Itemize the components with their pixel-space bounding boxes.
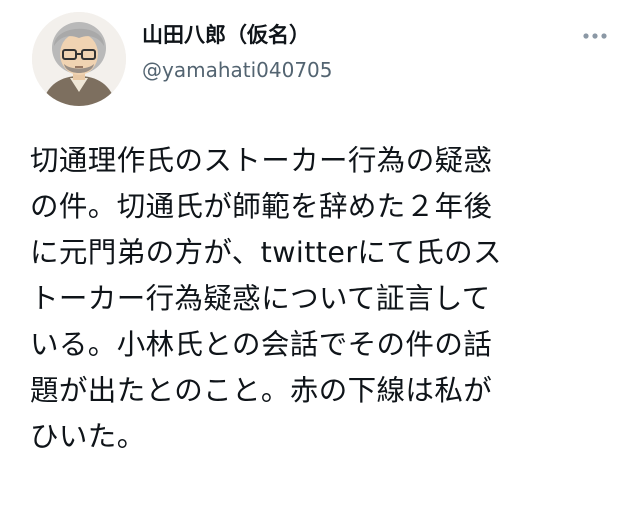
display-name[interactable]: 山田八郎（仮名）: [142, 20, 333, 50]
avatar-icon: [32, 12, 126, 106]
more-horizontal-icon: [583, 33, 607, 39]
tweet-line: ひいた。: [30, 420, 146, 453]
tweet-line: トーカー行為疑惑について証言して: [30, 282, 491, 315]
tweet-line: 題が出たとのこと。赤の下線は私が: [30, 374, 493, 407]
more-button[interactable]: [578, 24, 612, 48]
tweet-line: の件。切通氏が師範を辞めた２年後: [30, 190, 493, 223]
tweet-line: に元門弟の方が、twitterにて氏のス: [30, 236, 502, 269]
avatar[interactable]: [32, 12, 126, 106]
tweet-text: 切通理作氏のストーカー行為の疑惑 の件。切通氏が師範を辞めた２年後 に元門弟の方…: [30, 138, 630, 460]
tweet-line: 切通理作氏のストーカー行為の疑惑: [30, 144, 493, 177]
user-names: 山田八郎（仮名） @yamahati040705: [142, 20, 333, 84]
user-handle[interactable]: @yamahati040705: [142, 56, 333, 84]
tweet-header: 山田八郎（仮名） @yamahati040705: [0, 0, 640, 110]
tweet-line: いる。小林氏との会話でその件の話: [30, 328, 493, 361]
